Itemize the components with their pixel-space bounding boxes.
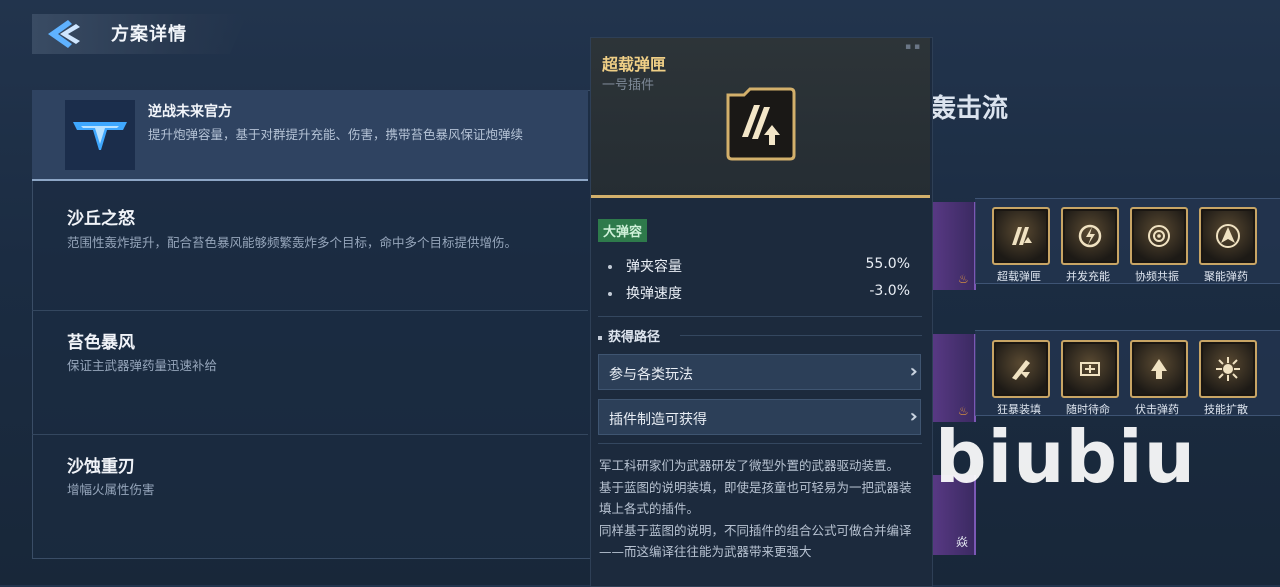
popup-divider xyxy=(680,335,922,336)
overload-magazine-icon[interactable] xyxy=(992,207,1050,265)
flame-icon: ♨ xyxy=(958,272,969,286)
magazine-upgrade-icon xyxy=(724,87,796,161)
stat-row: 弹夹容量 55.0% xyxy=(608,256,910,276)
weapon-slot-1[interactable] xyxy=(930,202,976,290)
popup-header-accent xyxy=(591,195,930,198)
plugin-label: 协频共振 xyxy=(1135,270,1179,283)
element-marker: 焱 xyxy=(956,535,969,549)
stat-row: 换弹速度 -3.0% xyxy=(608,283,910,303)
plugin-name: 超载弹匣 xyxy=(602,55,667,74)
square-bullet-icon xyxy=(598,335,602,340)
plugin-lore-text: 军工科研家们为武器研发了微型外置的武器驱动装置。 基于蓝图的说明装填，即使是孩童… xyxy=(599,455,917,563)
stat-value: 55.0% xyxy=(865,256,910,272)
resonance-icon[interactable] xyxy=(1130,207,1188,265)
route-label: 参与各类玩法 xyxy=(609,367,693,383)
plugin-slot-label: 一号插件 xyxy=(602,78,655,93)
route-button-craft[interactable]: 插件制造可获得 ›› xyxy=(598,399,921,435)
berserk-reload-icon[interactable] xyxy=(992,340,1050,398)
official-row-divider xyxy=(32,179,588,181)
bullet-icon xyxy=(608,265,612,269)
concurrent-charge-icon[interactable] xyxy=(1061,207,1119,265)
back-arrow-icon[interactable] xyxy=(46,18,82,50)
route-button-play[interactable]: 参与各类玩法 ›› xyxy=(598,354,921,390)
weapon-slot-2[interactable] xyxy=(930,334,976,422)
popup-divider xyxy=(598,443,922,444)
plugin-label: 技能扩散 xyxy=(1204,403,1248,416)
page-title: 方案详情 xyxy=(111,24,187,45)
plugin-tag: 大弹容 xyxy=(598,219,648,242)
double-chevron-right-icon: ›› xyxy=(909,361,920,382)
official-scheme-desc: 提升炮弹容量，基于对群提升充能、伤害，携带苔色暴风保证炮弹续 xyxy=(148,127,524,142)
corner-marker: ▪ ▪ xyxy=(905,42,921,52)
lore-paragraph: 军工科研家们为武器研发了微型外置的武器驱动装置。 xyxy=(599,458,900,473)
focused-ammo-icon[interactable] xyxy=(1199,207,1257,265)
acquire-route-header: 获得路径 xyxy=(598,326,660,345)
list-item-title[interactable]: 沙蚀重刃 xyxy=(67,452,135,477)
plugin-label: 并发充能 xyxy=(1066,270,1110,283)
double-chevron-right-icon: ›› xyxy=(909,406,920,427)
list-divider xyxy=(32,310,588,311)
list-item-title[interactable]: 苔色暴风 xyxy=(67,328,135,353)
plugin-label: 聚能弹药 xyxy=(1204,270,1248,283)
official-scheme-name: 逆战未来官方 xyxy=(148,104,232,120)
stat-label: 弹夹容量 xyxy=(626,259,682,275)
stat-label: 换弹速度 xyxy=(626,286,682,302)
list-item-title[interactable]: 沙丘之怒 xyxy=(67,204,135,229)
watermark-text: biubiu xyxy=(935,415,1196,499)
stat-value: -3.0% xyxy=(869,283,910,299)
list-item-desc: 增幅火属性伤害 xyxy=(67,482,155,497)
lore-paragraph: 同样基于蓝图的说明，不同插件的组合公式可做合并编译——而这编译往往能为武器带来更… xyxy=(599,522,912,560)
list-divider xyxy=(32,434,588,435)
bullet-icon xyxy=(608,292,612,296)
popup-divider xyxy=(598,316,922,317)
tf-logo-icon xyxy=(65,100,135,170)
skill-spread-icon[interactable] xyxy=(1199,340,1257,398)
list-item-desc: 范围性轰炸提升，配合苔色暴风能够频繁轰炸多个目标，命中多个目标提供增伤。 xyxy=(67,235,518,250)
list-item-desc: 保证主武器弹药量迅速补给 xyxy=(67,358,218,373)
route-label: 插件制造可获得 xyxy=(609,412,707,428)
ambush-ammo-icon[interactable] xyxy=(1130,340,1188,398)
plugin-label: 超载弹匣 xyxy=(997,270,1041,283)
standby-icon[interactable] xyxy=(1061,340,1119,398)
lore-paragraph: 基于蓝图的说明装填，即使是孩童也可轻易为一把武器装填上各式的插件。 xyxy=(599,479,912,517)
